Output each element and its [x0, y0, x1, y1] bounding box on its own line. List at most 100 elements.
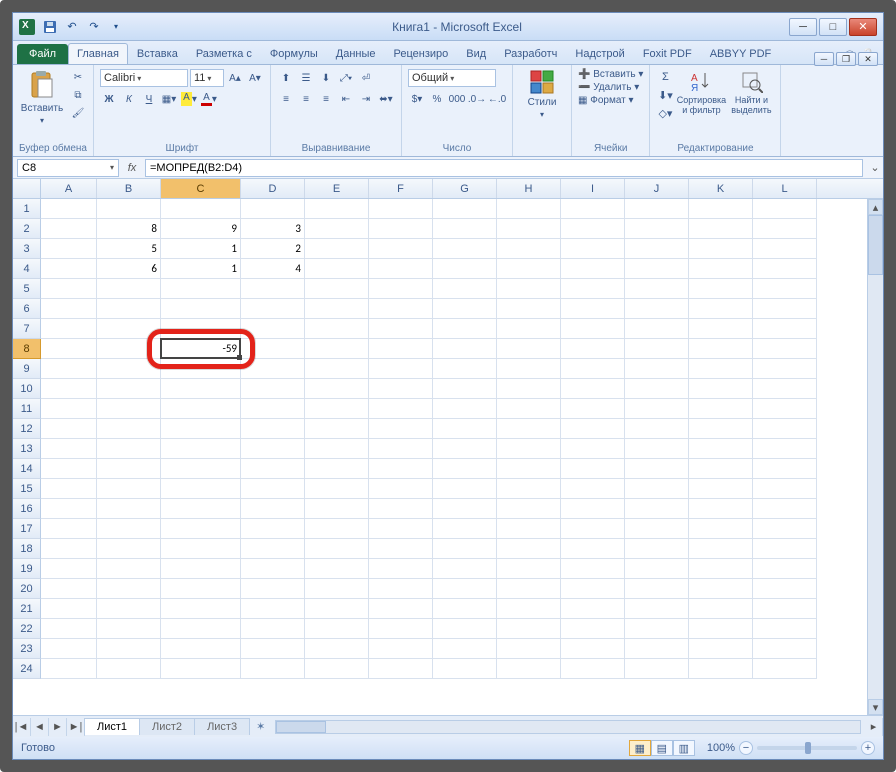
autosum-button[interactable]: Σ: [656, 69, 674, 85]
cell-I18[interactable]: [561, 539, 625, 559]
cell-I1[interactable]: [561, 199, 625, 219]
cell-E7[interactable]: [305, 319, 369, 339]
row-header-3[interactable]: 3: [13, 239, 41, 259]
zoom-out[interactable]: −: [739, 741, 753, 755]
cell-D8[interactable]: [241, 339, 305, 359]
cell-F12[interactable]: [369, 419, 433, 439]
cell-L16[interactable]: [753, 499, 817, 519]
tab-developer[interactable]: Разработч: [495, 43, 566, 64]
cell-F14[interactable]: [369, 459, 433, 479]
cell-F9[interactable]: [369, 359, 433, 379]
cell-K23[interactable]: [689, 639, 753, 659]
cell-J13[interactable]: [625, 439, 689, 459]
cell-I17[interactable]: [561, 519, 625, 539]
indent-dec[interactable]: ⇤: [337, 90, 355, 108]
cell-L12[interactable]: [753, 419, 817, 439]
cell-A14[interactable]: [41, 459, 97, 479]
cell-K21[interactable]: [689, 599, 753, 619]
cell-B20[interactable]: [97, 579, 161, 599]
cell-F23[interactable]: [369, 639, 433, 659]
cell-F18[interactable]: [369, 539, 433, 559]
cell-C4[interactable]: 1: [161, 259, 241, 279]
cell-K13[interactable]: [689, 439, 753, 459]
cell-C1[interactable]: [161, 199, 241, 219]
scroll-up[interactable]: ▴: [868, 199, 883, 215]
hscroll-right[interactable]: ▸: [865, 718, 883, 736]
cell-H8[interactable]: [497, 339, 561, 359]
zoom-slider[interactable]: [757, 746, 857, 750]
cell-C17[interactable]: [161, 519, 241, 539]
cell-I3[interactable]: [561, 239, 625, 259]
cell-I8[interactable]: [561, 339, 625, 359]
cell-K18[interactable]: [689, 539, 753, 559]
cell-B4[interactable]: 6: [97, 259, 161, 279]
cell-L9[interactable]: [753, 359, 817, 379]
cell-A21[interactable]: [41, 599, 97, 619]
align-top[interactable]: ⬆: [277, 69, 295, 87]
cell-A16[interactable]: [41, 499, 97, 519]
cell-E3[interactable]: [305, 239, 369, 259]
cell-B8[interactable]: [97, 339, 161, 359]
worksheet-grid[interactable]: ABCDEFGHIJKL 12893351246145678-599101112…: [13, 179, 883, 715]
cell-G19[interactable]: [433, 559, 497, 579]
col-header-J[interactable]: J: [625, 179, 689, 198]
cell-I20[interactable]: [561, 579, 625, 599]
cell-K1[interactable]: [689, 199, 753, 219]
cell-B17[interactable]: [97, 519, 161, 539]
cell-B5[interactable]: [97, 279, 161, 299]
cell-J17[interactable]: [625, 519, 689, 539]
cell-C21[interactable]: [161, 599, 241, 619]
cell-L19[interactable]: [753, 559, 817, 579]
cell-D24[interactable]: [241, 659, 305, 679]
sheet-nav-last[interactable]: ►|: [67, 718, 85, 736]
qat-save[interactable]: [41, 18, 59, 36]
cell-K11[interactable]: [689, 399, 753, 419]
fill-color-button[interactable]: A▾: [180, 90, 198, 108]
cell-C3[interactable]: 1: [161, 239, 241, 259]
cell-C19[interactable]: [161, 559, 241, 579]
cell-J11[interactable]: [625, 399, 689, 419]
cell-G22[interactable]: [433, 619, 497, 639]
doc-restore[interactable]: ❐: [836, 52, 856, 66]
cell-D1[interactable]: [241, 199, 305, 219]
cell-J7[interactable]: [625, 319, 689, 339]
cell-A15[interactable]: [41, 479, 97, 499]
cell-A20[interactable]: [41, 579, 97, 599]
cell-E17[interactable]: [305, 519, 369, 539]
cell-H10[interactable]: [497, 379, 561, 399]
cell-E6[interactable]: [305, 299, 369, 319]
row-header-24[interactable]: 24: [13, 659, 41, 679]
sheet-nav-first[interactable]: |◄: [13, 718, 31, 736]
cell-J24[interactable]: [625, 659, 689, 679]
cell-H1[interactable]: [497, 199, 561, 219]
qat-undo[interactable]: ↶: [63, 18, 81, 36]
cell-K5[interactable]: [689, 279, 753, 299]
cell-B6[interactable]: [97, 299, 161, 319]
col-header-L[interactable]: L: [753, 179, 817, 198]
cell-K14[interactable]: [689, 459, 753, 479]
cell-H4[interactable]: [497, 259, 561, 279]
cell-A4[interactable]: [41, 259, 97, 279]
cell-F3[interactable]: [369, 239, 433, 259]
cell-H2[interactable]: [497, 219, 561, 239]
number-format-combo[interactable]: Общий▾: [408, 69, 496, 87]
col-header-E[interactable]: E: [305, 179, 369, 198]
cell-F5[interactable]: [369, 279, 433, 299]
cell-H9[interactable]: [497, 359, 561, 379]
cell-F20[interactable]: [369, 579, 433, 599]
dec-decimal[interactable]: ←.0: [488, 90, 506, 108]
bold-button[interactable]: Ж: [100, 90, 118, 108]
cell-L20[interactable]: [753, 579, 817, 599]
cell-G15[interactable]: [433, 479, 497, 499]
cell-C22[interactable]: [161, 619, 241, 639]
cell-B15[interactable]: [97, 479, 161, 499]
vscroll-thumb[interactable]: [868, 215, 883, 275]
sheet-tab-2[interactable]: Лист2: [139, 718, 195, 735]
inc-decimal[interactable]: .0→: [468, 90, 486, 108]
cell-B24[interactable]: [97, 659, 161, 679]
cell-G5[interactable]: [433, 279, 497, 299]
cell-C20[interactable]: [161, 579, 241, 599]
row-header-15[interactable]: 15: [13, 479, 41, 499]
cell-I14[interactable]: [561, 459, 625, 479]
cell-J19[interactable]: [625, 559, 689, 579]
